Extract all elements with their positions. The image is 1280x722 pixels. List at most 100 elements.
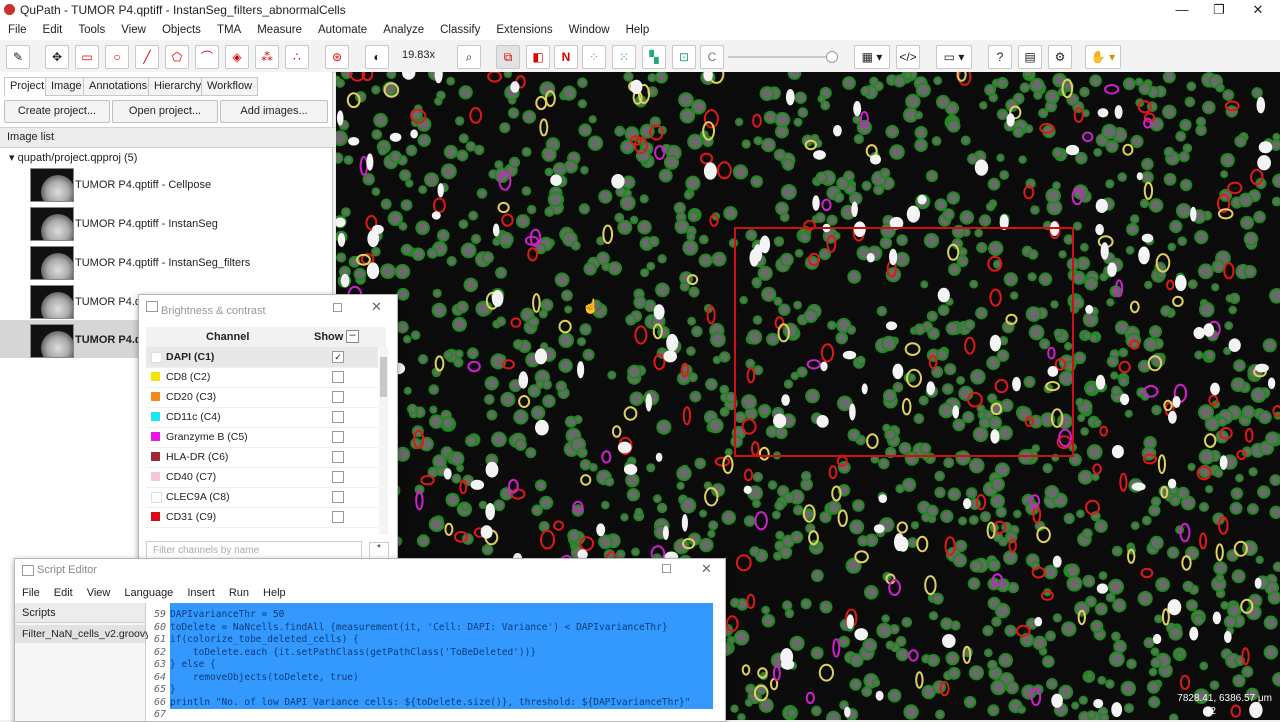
- code-line[interactable]: println "No. of low DAPI Variance cells:…: [170, 697, 713, 710]
- show-tma-icon[interactable]: ⁘: [582, 45, 606, 69]
- se-menu-insert[interactable]: Insert: [180, 583, 222, 603]
- channel-color-swatch[interactable]: [151, 492, 162, 503]
- open-project-button[interactable]: Open project...: [112, 100, 218, 123]
- script-icon[interactable]: </>: [896, 45, 920, 69]
- channel-row[interactable]: CD11c (C4): [146, 407, 378, 428]
- ellipse-icon[interactable]: ○: [105, 45, 129, 69]
- col-channel[interactable]: Channel: [206, 331, 249, 343]
- channel-icon[interactable]: C: [700, 45, 724, 69]
- channel-row[interactable]: CD31 (C9): [146, 507, 378, 528]
- selection-mode-icon[interactable]: ⊛: [325, 45, 349, 69]
- menu-extensions[interactable]: Extensions: [488, 20, 560, 40]
- code-line[interactable]: DAPIvarianceThr = 50: [170, 609, 713, 622]
- channel-row[interactable]: CLEC9A (C8): [146, 487, 378, 508]
- code-editor[interactable]: 59DAPIvarianceThr = 5060toDelete = NaNce…: [148, 603, 713, 721]
- se-menu-run[interactable]: Run: [222, 583, 256, 603]
- contrast-icon[interactable]: ◐: [365, 45, 389, 69]
- preferences-icon[interactable]: ⚙: [1048, 45, 1072, 69]
- tab-project[interactable]: Project: [4, 77, 50, 96]
- scrollbar-thumb[interactable]: [380, 357, 387, 397]
- points-icon[interactable]: ∴: [285, 45, 309, 69]
- code-line[interactable]: } else {: [170, 659, 713, 672]
- channel-color-swatch[interactable]: [151, 512, 160, 521]
- maximize-button[interactable]: ☐: [661, 562, 672, 576]
- channel-color-swatch[interactable]: [151, 412, 160, 421]
- code-line[interactable]: toDelete.each {it.setPathClass(getPathCl…: [170, 647, 713, 660]
- brush-tool-icon[interactable]: ◈: [225, 45, 249, 69]
- add-images-button[interactable]: Add images...: [220, 100, 328, 123]
- brush-icon[interactable]: ✎: [6, 45, 30, 69]
- tab-image[interactable]: Image: [45, 77, 88, 96]
- help-icon[interactable]: ?: [988, 45, 1012, 69]
- se-menu-language[interactable]: Language: [117, 583, 180, 603]
- close-button[interactable]: ✕: [371, 296, 382, 318]
- se-menu-file[interactable]: File: [15, 583, 47, 603]
- close-button[interactable]: ✕: [701, 561, 712, 577]
- channel-row[interactable]: CD40 (C7): [146, 467, 378, 488]
- screenshot-icon[interactable]: ▭ ▾: [936, 45, 972, 69]
- polyline-icon[interactable]: ⌒: [195, 45, 219, 69]
- show-names-icon[interactable]: N: [554, 45, 578, 69]
- channel-show-checkbox[interactable]: [332, 471, 344, 483]
- rectangle-icon[interactable]: ▭: [75, 45, 99, 69]
- menu-help[interactable]: Help: [618, 20, 658, 40]
- fill-detections-icon[interactable]: ▚: [642, 45, 666, 69]
- chevron-down-icon[interactable]: ▾: [9, 152, 15, 164]
- grid-icon[interactable]: ▦ ▾: [854, 45, 890, 69]
- channel-show-checkbox[interactable]: [332, 371, 344, 383]
- opacity-slider-track[interactable]: [728, 56, 832, 58]
- wand-icon[interactable]: ⁂: [255, 45, 279, 69]
- image-item[interactable]: TUMOR P4.qptiff - Cellpose: [75, 179, 211, 191]
- close-button[interactable]: ✕: [1240, 0, 1276, 20]
- tab-hierarchy[interactable]: Hierarchy: [148, 77, 207, 96]
- image-thumbnail[interactable]: [30, 246, 74, 280]
- channel-show-checkbox[interactable]: ✓: [332, 351, 344, 363]
- image-item[interactable]: TUMOR P4.qptiff - InstanSeg_filters: [75, 257, 250, 269]
- script-file-item[interactable]: Filter_NaN_cells_v2.groovy: [15, 625, 145, 643]
- channel-color-swatch[interactable]: [151, 392, 160, 401]
- maximize-button[interactable]: ☐: [332, 297, 343, 319]
- line-icon[interactable]: ╱: [135, 45, 159, 69]
- menu-classify[interactable]: Classify: [432, 20, 488, 40]
- menu-view[interactable]: View: [113, 20, 154, 40]
- channel-row[interactable]: CD8 (C2): [146, 367, 378, 388]
- menu-objects[interactable]: Objects: [154, 20, 209, 40]
- pixel-classification-icon[interactable]: ⊡: [672, 45, 696, 69]
- channel-color-swatch[interactable]: [151, 372, 160, 381]
- channel-show-checkbox[interactable]: [332, 491, 344, 503]
- menu-window[interactable]: Window: [561, 20, 618, 40]
- channel-row[interactable]: CD20 (C3): [146, 387, 378, 408]
- channel-scrollbar[interactable]: [379, 347, 388, 535]
- toggle-all-checkbox[interactable]: –: [346, 330, 359, 343]
- minimize-button[interactable]: —: [1164, 0, 1200, 20]
- channel-show-checkbox[interactable]: [332, 451, 344, 463]
- channel-color-swatch[interactable]: [151, 432, 160, 441]
- col-show[interactable]: Show: [314, 331, 343, 343]
- show-annotations-icon[interactable]: ⧉: [496, 45, 520, 69]
- image-thumbnail[interactable]: [30, 324, 74, 358]
- channel-show-checkbox[interactable]: [332, 391, 344, 403]
- image-thumbnail[interactable]: [30, 168, 74, 202]
- image-item[interactable]: TUMOR P4.qptiff - InstanSeg: [75, 218, 218, 230]
- channel-row[interactable]: Granzyme B (C5): [146, 427, 378, 448]
- image-thumbnail[interactable]: [30, 285, 74, 319]
- menu-tma[interactable]: TMA: [209, 20, 249, 40]
- menu-edit[interactable]: Edit: [35, 20, 71, 40]
- create-project-button[interactable]: Create project...: [4, 100, 110, 123]
- zoom-to-fit-icon[interactable]: ⌕: [457, 45, 481, 69]
- channel-row[interactable]: HLA-DR (C6): [146, 447, 378, 468]
- menu-analyze[interactable]: Analyze: [375, 20, 432, 40]
- tab-annotations[interactable]: Annotations: [83, 77, 153, 96]
- menu-tools[interactable]: Tools: [70, 20, 113, 40]
- code-line[interactable]: removeObjects(toDelete, true): [170, 672, 713, 685]
- se-menu-help[interactable]: Help: [256, 583, 293, 603]
- move-icon[interactable]: ✥: [45, 45, 69, 69]
- menu-automate[interactable]: Automate: [310, 20, 375, 40]
- extensions-icon[interactable]: ✋ ▾: [1085, 45, 1121, 69]
- channel-show-checkbox[interactable]: [332, 431, 344, 443]
- channel-color-swatch[interactable]: [151, 452, 160, 461]
- fill-annotations-icon[interactable]: ◧: [526, 45, 550, 69]
- polygon-icon[interactable]: ⬠: [165, 45, 189, 69]
- channel-color-swatch[interactable]: [151, 352, 162, 363]
- opacity-slider-knob[interactable]: [826, 51, 838, 63]
